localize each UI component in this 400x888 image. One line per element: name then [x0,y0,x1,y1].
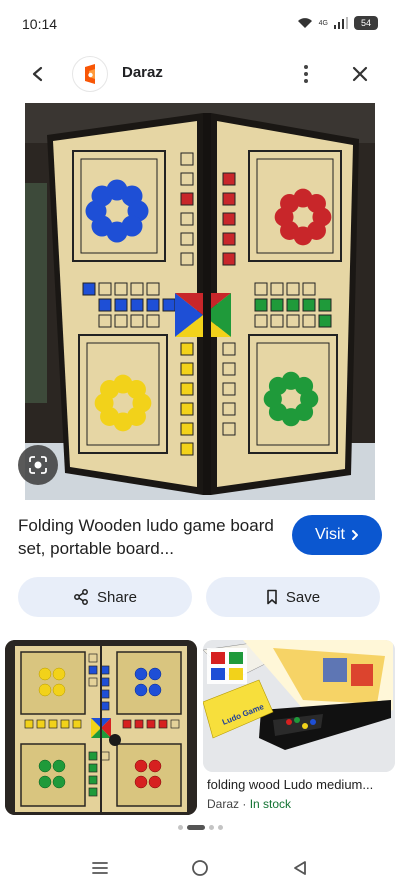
arrow-left-icon [32,66,43,82]
daraz-logo-icon [85,64,95,84]
close-button[interactable] [348,62,372,86]
network-type: 4G [318,19,328,27]
pager-dot [177,825,183,830]
share-icon [74,589,88,605]
battery-indicator: 54 [354,16,378,30]
status-time: 10:14 [22,16,58,32]
site-logo[interactable] [72,56,108,92]
back-button[interactable] [26,62,50,86]
chevron-right-icon [351,530,358,540]
product-title[interactable]: Folding Wooden ludo game board set, port… [18,514,274,560]
lens-icon [29,456,47,474]
pager-dot [217,825,223,830]
related-item-meta: Daraz · In stock [207,797,291,811]
related-ludo-box-photo [203,640,395,772]
status-icons: 4G 54 [297,16,378,30]
system-nav-bar [0,850,400,888]
meta-separator: · [242,797,247,811]
more-options-button[interactable] [294,62,318,86]
pager-dot-active [186,825,205,830]
related-ludo-board-photo [5,640,197,815]
close-icon [352,66,368,82]
app-bar: Daraz [0,50,400,96]
related-image-2[interactable]: Ludo Game [203,640,395,772]
bookmark-icon [267,589,277,605]
related-image-1[interactable] [5,640,197,815]
save-label: Save [285,588,321,606]
lens-search-button[interactable] [18,445,58,485]
visit-label: Visit [315,526,345,543]
image-pager [0,825,400,830]
visit-button[interactable]: Visit [292,515,382,555]
product-image[interactable] [25,103,375,500]
related-item-title[interactable]: folding wood Ludo medium... [207,777,395,792]
share-button[interactable]: Share [18,577,192,617]
save-button[interactable]: Save [206,577,380,617]
pager-dot [208,825,214,830]
status-bar: 10:14 4G 54 [0,0,400,50]
home-icon [192,860,208,876]
system-back-button[interactable] [288,856,312,880]
signal-icon [334,17,348,29]
wifi-icon [297,18,312,28]
ludo-board-photo [25,103,375,500]
share-label: Share [96,588,138,606]
stock-status: In stock [249,797,292,811]
back-triangle-icon [294,861,306,875]
site-name[interactable]: Daraz [122,64,163,81]
recents-button[interactable] [88,856,112,880]
menu-icon [92,862,108,874]
related-item-source: Daraz [207,797,240,811]
more-vertical-icon [304,65,308,83]
home-button[interactable] [188,856,212,880]
